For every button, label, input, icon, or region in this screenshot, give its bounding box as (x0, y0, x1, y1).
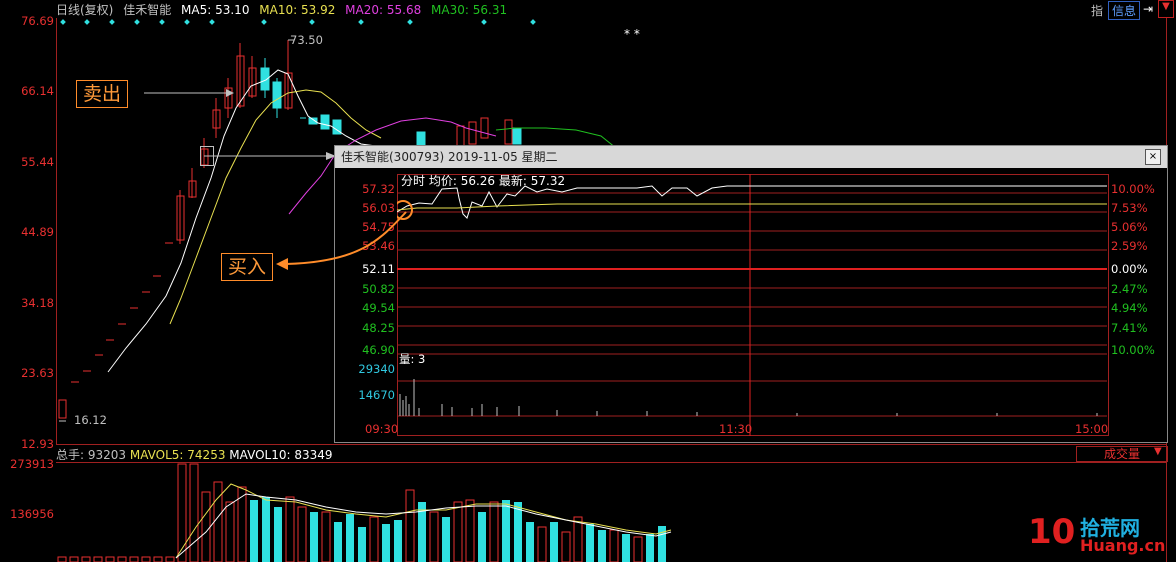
legend-fs: 分时 (401, 174, 426, 188)
ma10-label: MA10: 53.92 (259, 3, 336, 17)
intraday-popup[interactable]: 佳禾智能(300793) 2019-11-05 星期二 × 分时 均价: 56.… (334, 145, 1168, 443)
popup-title[interactable]: 佳禾智能(300793) 2019-11-05 星期二 (335, 146, 1167, 168)
intraday-chart (397, 174, 1107, 436)
signal-diamonds (60, 19, 536, 25)
low-label: 16.12 (74, 413, 107, 427)
volume-chart (57, 463, 672, 562)
y-label: 34.18 (21, 296, 54, 310)
y-label: 44.89 (21, 225, 54, 239)
vol-y-label: 273913 (10, 457, 54, 471)
y-label: 76.69 (21, 14, 54, 28)
price-label: 49.54 (362, 301, 395, 315)
price-label: 50.82 (362, 282, 395, 296)
down-candles (260, 58, 522, 149)
period-label[interactable]: 日线(复权) (56, 3, 113, 17)
y-label: 55.44 (21, 155, 54, 169)
vol-tick: 29340 (358, 362, 395, 376)
ma20-label: MA20: 55.68 (345, 3, 422, 17)
sell-callout: 卖出 (76, 80, 129, 108)
time-label: 15:00 (1075, 422, 1109, 436)
indicator-row: 日线(复权) 佳禾智能 MA5: 53.10 MA10: 53.92 MA20:… (56, 2, 513, 18)
pct-label: 0.00% (1111, 262, 1148, 276)
buy-callout: 买入 (221, 253, 274, 281)
pct-label: 7.53% (1111, 201, 1148, 215)
legend-last: 最新: 57.32 (498, 174, 566, 188)
y-label: 23.63 (21, 366, 54, 380)
watermark-num: 10 (1028, 512, 1076, 552)
vol-label: 量: 3 (399, 352, 426, 366)
pct-label: 2.47% (1111, 282, 1148, 296)
stock-name: 佳禾智能 (123, 3, 172, 17)
pct-label: 10.00% (1111, 343, 1155, 357)
legend-avg: 均价: 56.26 (428, 174, 496, 188)
watermark-logo: 10 拾荒网 Huang.cn (1028, 510, 1166, 560)
ma5-label: MA5: 53.10 (181, 3, 250, 17)
intraday-legend: 分时 均价: 56.26 最新: 57.32 (401, 172, 565, 189)
time-label: 11:30 (719, 422, 753, 436)
vol-total: 总手: 93203 (56, 448, 127, 462)
exit-icon[interactable]: ⇥ (1143, 2, 1153, 16)
volume-legend: 总手: 93203 MAVOL5: 74253 MAVOL10: 83349 (56, 446, 333, 463)
vol-mavol10: MAVOL10: 83349 (229, 448, 333, 462)
pct-label: 5.06% (1111, 220, 1148, 234)
pct-label: 7.41% (1111, 321, 1148, 335)
watermark-site: Huang.cn (1080, 536, 1166, 555)
star-markers: * * (624, 27, 640, 41)
vol-mavol5: MAVOL5: 74253 (129, 448, 226, 462)
price-label: 48.25 (362, 321, 395, 335)
pct-label: 10.00% (1111, 182, 1155, 196)
avg-line (397, 203, 1107, 211)
y-label: 66.14 (21, 84, 54, 98)
price-line (397, 185, 1107, 219)
chevron-down-icon[interactable]: ▼ (1154, 446, 1162, 457)
close-icon[interactable]: × (1145, 149, 1161, 165)
pct-label: 4.94% (1111, 301, 1148, 315)
price-label: 46.90 (362, 343, 395, 357)
y-label: 12.93 (21, 437, 54, 451)
mid-marker (200, 146, 214, 166)
intraday-grid (397, 192, 1107, 417)
vol-y-label: 136956 (10, 507, 54, 521)
ma30-label: MA30: 56.31 (431, 3, 508, 17)
intraday-volume-bars (399, 379, 1098, 416)
vol-tick: 14670 (358, 388, 395, 402)
time-label: 09:30 (365, 422, 399, 436)
price-label: 57.32 (362, 182, 395, 196)
high-label: 73.50 (290, 33, 323, 47)
pct-label: 2.59% (1111, 239, 1148, 253)
chevron-down-icon[interactable]: ▼ (1158, 0, 1174, 18)
buy-arrow (276, 211, 407, 270)
zhi-button[interactable]: 指 (1091, 2, 1103, 19)
